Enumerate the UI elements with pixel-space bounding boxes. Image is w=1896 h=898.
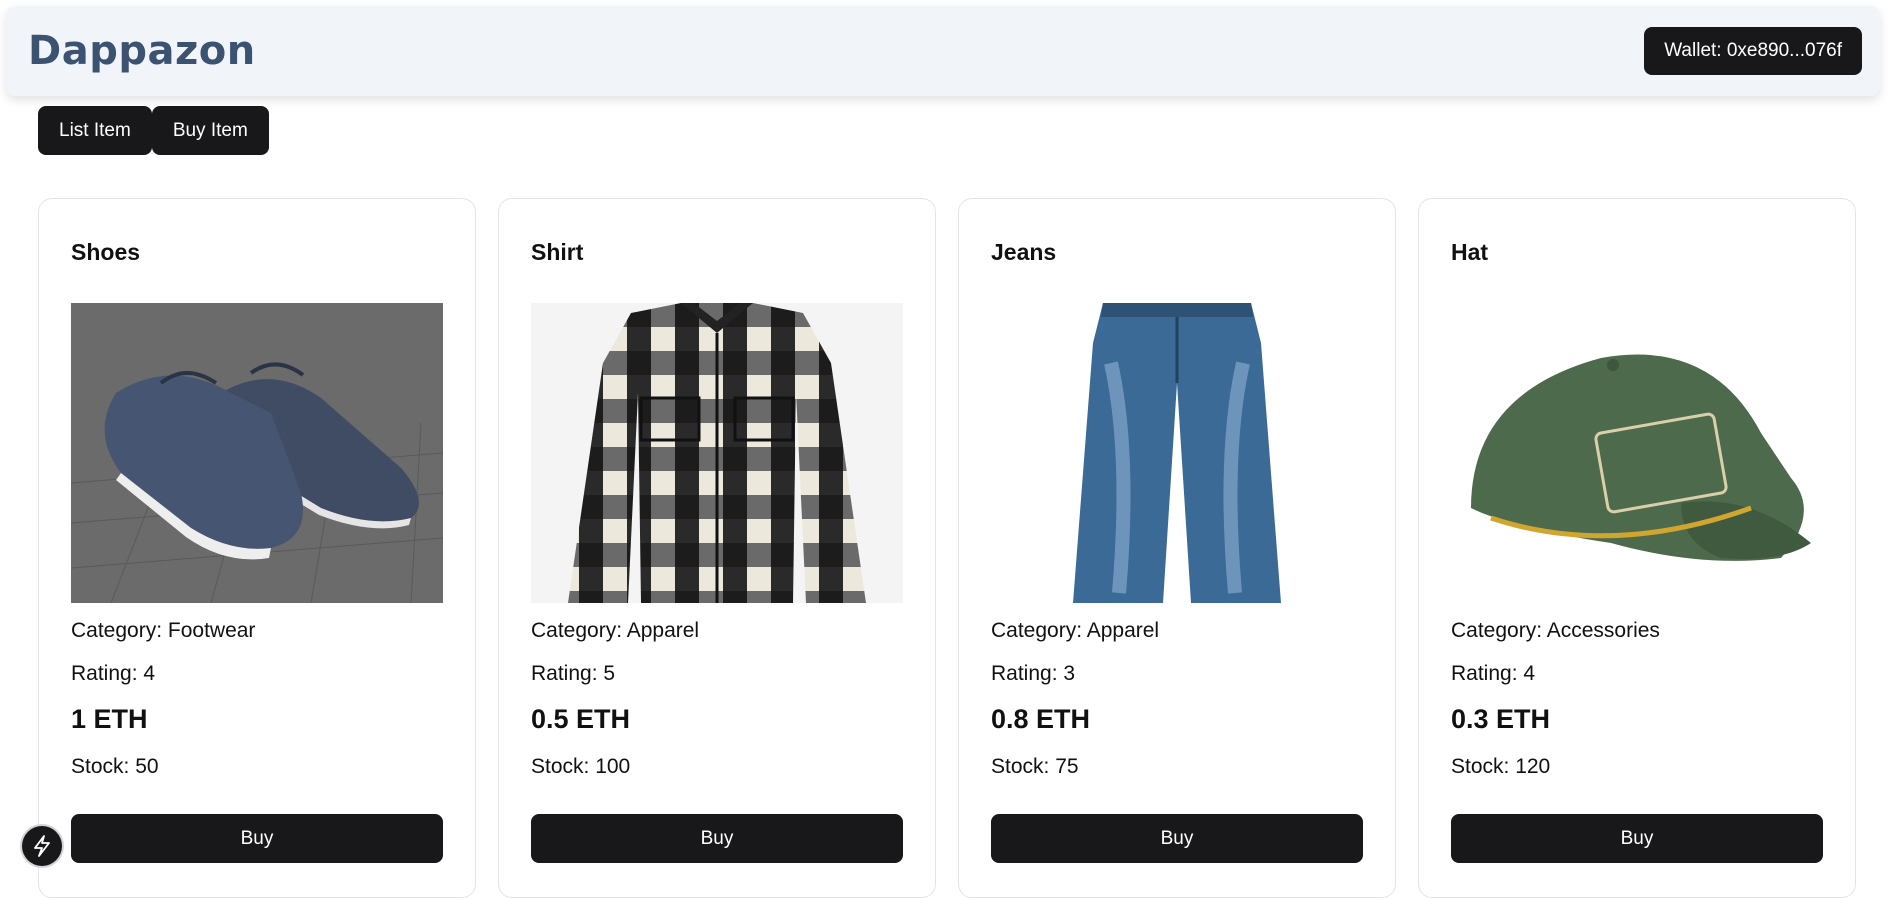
product-price: 1 ETH: [71, 704, 148, 734]
product-category: Category: Apparel: [991, 619, 1160, 642]
buy-item-button[interactable]: Buy Item: [151, 106, 269, 155]
product-title: Hat: [1451, 239, 1489, 265]
product-image-hat: [1451, 303, 1823, 603]
brand-logo[interactable]: Dappazon: [28, 28, 256, 74]
product-grid: Shoes Category: Footwear Rating: 4 1 ETH…: [38, 198, 1856, 898]
product-card: Hat Category: Accessories Rating: 4 0.3 …: [1418, 198, 1856, 898]
buy-button[interactable]: Buy: [71, 814, 443, 863]
dev-tools-button[interactable]: [22, 826, 62, 866]
product-rating: Rating: 4: [71, 662, 156, 685]
product-stock: Stock: 75: [991, 755, 1079, 778]
product-title: Jeans: [991, 239, 1057, 265]
buy-button[interactable]: Buy: [531, 814, 903, 863]
lightning-icon: [34, 835, 50, 857]
product-stock: Stock: 100: [531, 755, 631, 778]
product-image-jeans: [991, 303, 1363, 603]
product-category: Category: Footwear: [71, 619, 256, 642]
buy-button[interactable]: Buy: [1451, 814, 1823, 863]
product-card: Shirt Category: Apparel Rating: 5 0.5 ET…: [498, 198, 936, 898]
product-rating: Rating: 4: [1451, 662, 1536, 685]
list-item-button[interactable]: List Item: [38, 106, 152, 155]
product-card: Shoes Category: Footwear Rating: 4 1 ETH…: [38, 198, 476, 898]
product-stock: Stock: 50: [71, 755, 159, 778]
product-title: Shirt: [531, 239, 584, 265]
header-bar: Dappazon Wallet: 0xe890...076f: [6, 6, 1880, 96]
product-image-shoes: [71, 303, 443, 603]
wallet-button[interactable]: Wallet: 0xe890...076f: [1644, 27, 1862, 75]
product-stock: Stock: 120: [1451, 755, 1551, 778]
product-rating: Rating: 5: [531, 662, 616, 685]
product-image-shirt: [531, 303, 903, 603]
product-category: Category: Accessories: [1451, 619, 1660, 642]
product-rating: Rating: 3: [991, 662, 1076, 685]
product-category: Category: Apparel: [531, 619, 700, 642]
product-title: Shoes: [71, 239, 141, 265]
product-price: 0.5 ETH: [531, 704, 631, 734]
product-price: 0.3 ETH: [1451, 704, 1551, 734]
product-card: Jeans Category: Apparel Rating: 3 0.8 ET…: [958, 198, 1396, 898]
product-price: 0.8 ETH: [991, 704, 1091, 734]
action-bar: List Item Buy Item: [38, 106, 269, 155]
buy-button[interactable]: Buy: [991, 814, 1363, 863]
